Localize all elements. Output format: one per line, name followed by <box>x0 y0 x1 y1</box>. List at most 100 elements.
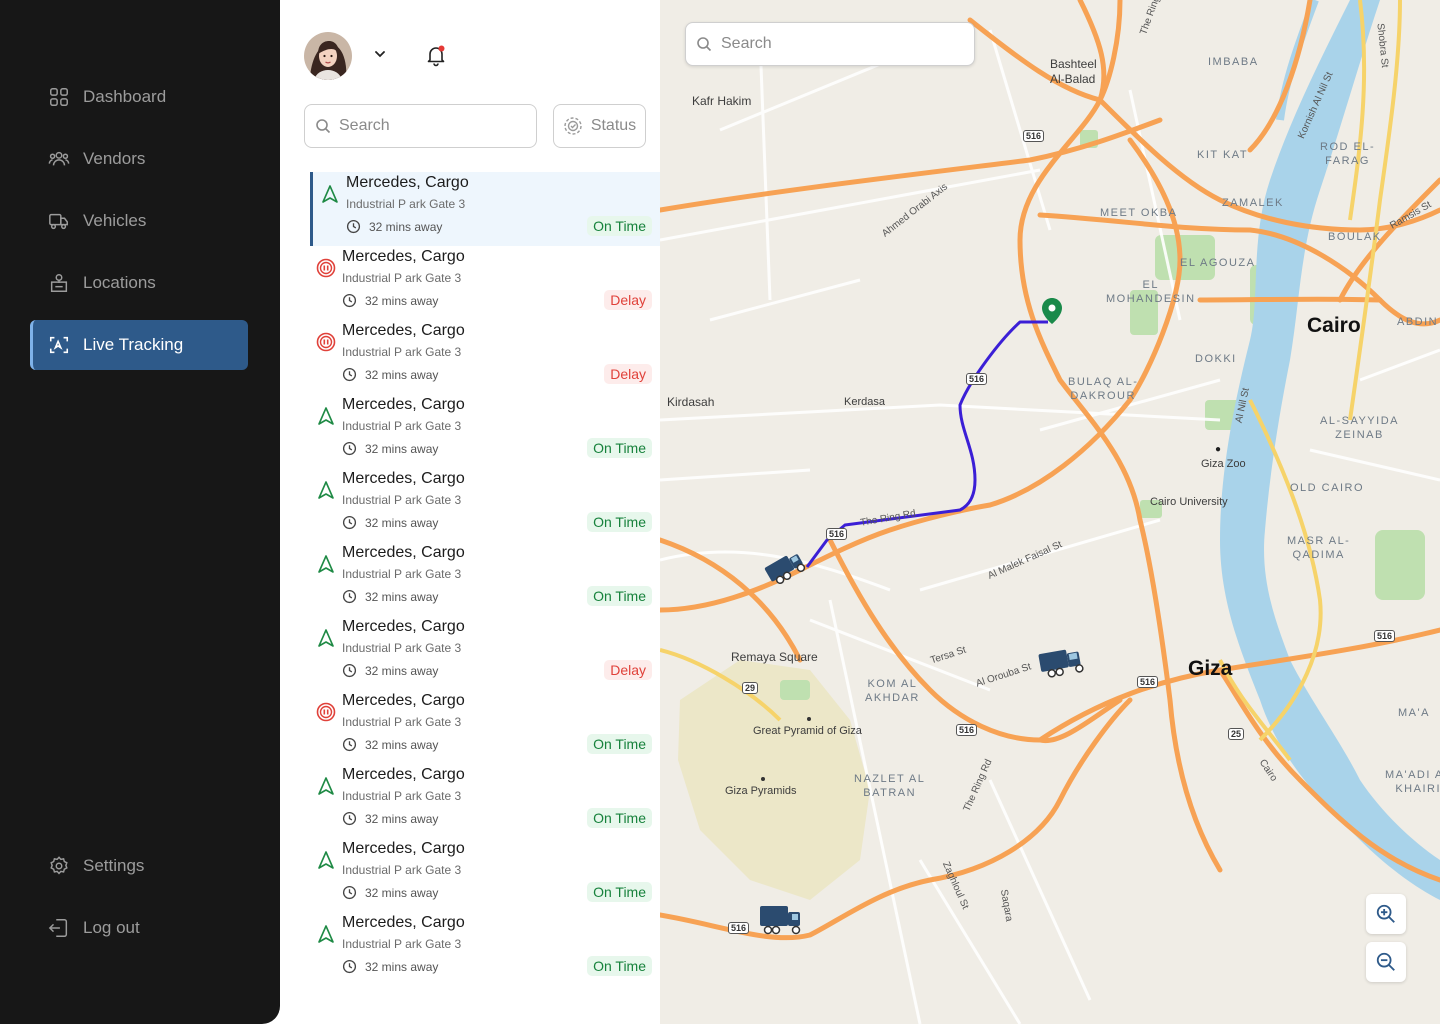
navigation-arrow-icon <box>316 850 336 870</box>
bell-icon[interactable] <box>424 43 448 67</box>
vehicle-location: Industrial P ark Gate 3 <box>342 493 462 507</box>
vehicle-list-item[interactable]: Mercedes, Cargo Industrial P ark Gate 3 32… <box>310 542 660 616</box>
vehicle-eta: 32 mins away <box>342 811 438 826</box>
district-label: ROD EL- FARAG <box>1320 141 1376 167</box>
district-label: MASR AL- QADIMA <box>1287 535 1351 561</box>
vehicle-title: Mercedes, Cargo <box>342 470 465 487</box>
place-label: Cairo University <box>1150 496 1228 508</box>
stopped-icon <box>316 702 336 722</box>
navigation-arrow-icon <box>316 628 336 648</box>
navigation-arrow-icon <box>320 184 340 204</box>
sidebar-item-live-tracking[interactable]: Live Tracking <box>30 320 248 370</box>
district-label: IMBABA <box>1208 56 1259 68</box>
place-label: Kerdasa <box>844 396 885 408</box>
status-badge: On Time <box>587 586 652 606</box>
district-label: DOKKI <box>1195 353 1237 365</box>
sidebar-item-locations[interactable]: Locations <box>30 258 248 308</box>
eta-text: 32 mins away <box>365 737 439 752</box>
vehicle-title: Mercedes, Cargo <box>342 914 465 931</box>
vehicle-list-item[interactable]: Mercedes, Cargo Industrial P ark Gate 3 32… <box>310 616 660 690</box>
vehicle-list-item[interactable]: Mercedes, Cargo Industrial P ark Gate 3 32… <box>310 912 660 986</box>
vehicle-list-item[interactable]: Mercedes, Cargo Industrial P ark Gate 3 32… <box>310 320 660 394</box>
sidebar-item-label: Log out <box>83 918 140 937</box>
sidebar-item-settings[interactable]: Settings <box>30 841 248 891</box>
place-label: Giza <box>1188 657 1233 680</box>
eta-text: 32 mins away <box>365 515 439 530</box>
search-icon <box>697 37 712 52</box>
vehicle-list-panel: Search Status Mercedes, Cargo Industrial … <box>280 0 660 1024</box>
navigation-arrow-icon <box>316 406 336 426</box>
route-shield: 516 <box>1137 676 1159 688</box>
zoom-in-icon <box>1376 904 1395 923</box>
sidebar-item-vendors[interactable]: Vendors <box>30 134 248 184</box>
district-label: MEET OKBA <box>1100 207 1178 219</box>
navigation-arrow-icon <box>316 776 336 796</box>
status-badge: On Time <box>587 512 652 532</box>
vendors-icon <box>48 148 70 170</box>
clock-icon <box>342 663 357 678</box>
eta-text: 32 mins away <box>365 663 439 678</box>
map-view[interactable]: 516 516 516 516 516 516 29 25 516 Bashte… <box>660 0 1440 1024</box>
route-shield: 29 <box>742 682 759 694</box>
eta-text: 32 mins away <box>369 219 443 234</box>
vehicle-eta: 32 mins away <box>346 219 442 234</box>
vehicle-eta: 32 mins away <box>342 441 438 456</box>
route-shield: 516 <box>956 724 978 736</box>
district-label: BOULAK <box>1328 231 1382 243</box>
vehicle-list-item[interactable]: Mercedes, Cargo Industrial P ark Gate 3 32… <box>310 172 660 246</box>
sidebar-item-vehicles[interactable]: Vehicles <box>30 196 248 246</box>
sidebar-item-dashboard[interactable]: Dashboard <box>30 72 248 122</box>
clock-icon <box>342 811 357 826</box>
truck-icon[interactable] <box>756 900 810 942</box>
vehicle-eta: 32 mins away <box>342 737 438 752</box>
zoom-out-button[interactable] <box>1366 942 1406 982</box>
map-search-input[interactable]: Search <box>685 22 975 66</box>
vehicle-location: Industrial P ark Gate 3 <box>342 715 462 729</box>
chevron-down-icon[interactable] <box>372 46 388 62</box>
status-filter-button[interactable]: Status <box>553 104 646 148</box>
vehicle-eta: 32 mins away <box>342 515 438 530</box>
vehicle-eta: 32 mins away <box>342 959 438 974</box>
sidebar-item-label: Settings <box>83 856 145 875</box>
status-badge: On Time <box>587 216 652 236</box>
vehicle-location: Industrial P ark Gate 3 <box>342 271 462 285</box>
search-input[interactable]: Search <box>304 104 537 148</box>
vehicle-list-item[interactable]: Mercedes, Cargo Industrial P ark Gate 3 32… <box>310 838 660 912</box>
navigation-arrow-icon <box>316 554 336 574</box>
status-badge: On Time <box>587 882 652 902</box>
truck-icon[interactable] <box>760 543 812 589</box>
vehicle-location: Industrial P ark Gate 3 <box>342 419 462 433</box>
clock-icon <box>342 959 357 974</box>
route-shield: 516 <box>1023 130 1045 142</box>
vehicle-list-item[interactable]: Mercedes, Cargo Industrial P ark Gate 3 32… <box>310 764 660 838</box>
eta-text: 32 mins away <box>365 959 439 974</box>
place-label: Bashteel <box>1050 57 1097 71</box>
eta-text: 32 mins away <box>365 293 439 308</box>
district-label: MA'A <box>1398 707 1430 719</box>
vehicle-title: Mercedes, Cargo <box>342 322 465 339</box>
place-label: Al-Balad <box>1050 72 1096 86</box>
clock-icon <box>346 219 361 234</box>
district-label: EL MOHANDESIN <box>1106 279 1196 305</box>
vehicle-list-item[interactable]: Mercedes, Cargo Industrial P ark Gate 3 32… <box>310 468 660 542</box>
district-label: ABDIN <box>1397 316 1439 328</box>
vehicle-location: Industrial P ark Gate 3 <box>342 937 462 951</box>
zoom-out-icon <box>1376 952 1395 971</box>
zoom-in-button[interactable] <box>1366 894 1406 934</box>
clock-icon <box>342 441 357 456</box>
district-label: ZAMALEK <box>1222 197 1284 209</box>
route-shield: 516 <box>826 528 848 540</box>
live-tracking-icon <box>48 334 70 356</box>
vehicle-list-item[interactable]: Mercedes, Cargo Industrial P ark Gate 3 32… <box>310 690 660 764</box>
vehicle-title: Mercedes, Cargo <box>342 248 465 265</box>
vehicle-list-item[interactable]: Mercedes, Cargo Industrial P ark Gate 3 32… <box>310 246 660 320</box>
truck-icon[interactable] <box>1036 642 1092 682</box>
eta-text: 32 mins away <box>365 441 439 456</box>
vehicle-title: Mercedes, Cargo <box>342 618 465 635</box>
eta-text: 32 mins away <box>365 811 439 826</box>
avatar[interactable] <box>304 32 352 80</box>
sidebar-item-logout[interactable]: Log out <box>30 903 248 953</box>
vehicle-list-item[interactable]: Mercedes, Cargo Industrial P ark Gate 3 32… <box>310 394 660 468</box>
sidebar-item-label: Locations <box>83 273 156 292</box>
vehicle-title: Mercedes, Cargo <box>342 840 465 857</box>
